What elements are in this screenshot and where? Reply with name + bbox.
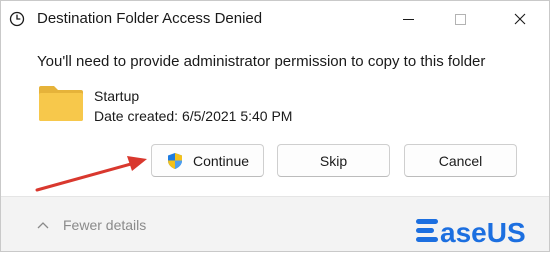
easeus-logo: aseUS [416,217,526,248]
file-date-created: Date created: 6/5/2021 5:40 PM [94,108,293,124]
title-bar[interactable]: Destination Folder Access Denied [1,1,549,37]
continue-button[interactable]: Continue [151,144,264,177]
minimize-button[interactable] [385,1,431,37]
svg-text:aseUS: aseUS [440,217,526,248]
continue-label: Continue [192,152,250,169]
file-name: Startup [94,88,140,104]
dialog-window: Destination Folder Access Denied You'll … [0,0,550,252]
fewer-details-toggle[interactable]: Fewer details [37,217,146,233]
skip-button[interactable]: Skip [277,144,390,177]
maximize-button [437,1,483,37]
skip-label: Skip [319,152,348,169]
minimize-icon [402,18,414,20]
maximize-icon [454,13,466,25]
cancel-button[interactable]: Cancel [404,144,517,177]
close-icon [514,13,526,25]
clock-icon [9,11,25,27]
close-button[interactable] [497,1,543,37]
fewer-details-label: Fewer details [63,217,147,233]
permission-message: You'll need to provide administrator per… [37,53,486,70]
uac-shield-icon [167,152,182,169]
folder-icon [39,86,83,121]
cancel-label: Cancel [438,152,483,169]
window-title: Destination Folder Access Denied [37,10,263,27]
chevron-up-icon [37,222,49,229]
